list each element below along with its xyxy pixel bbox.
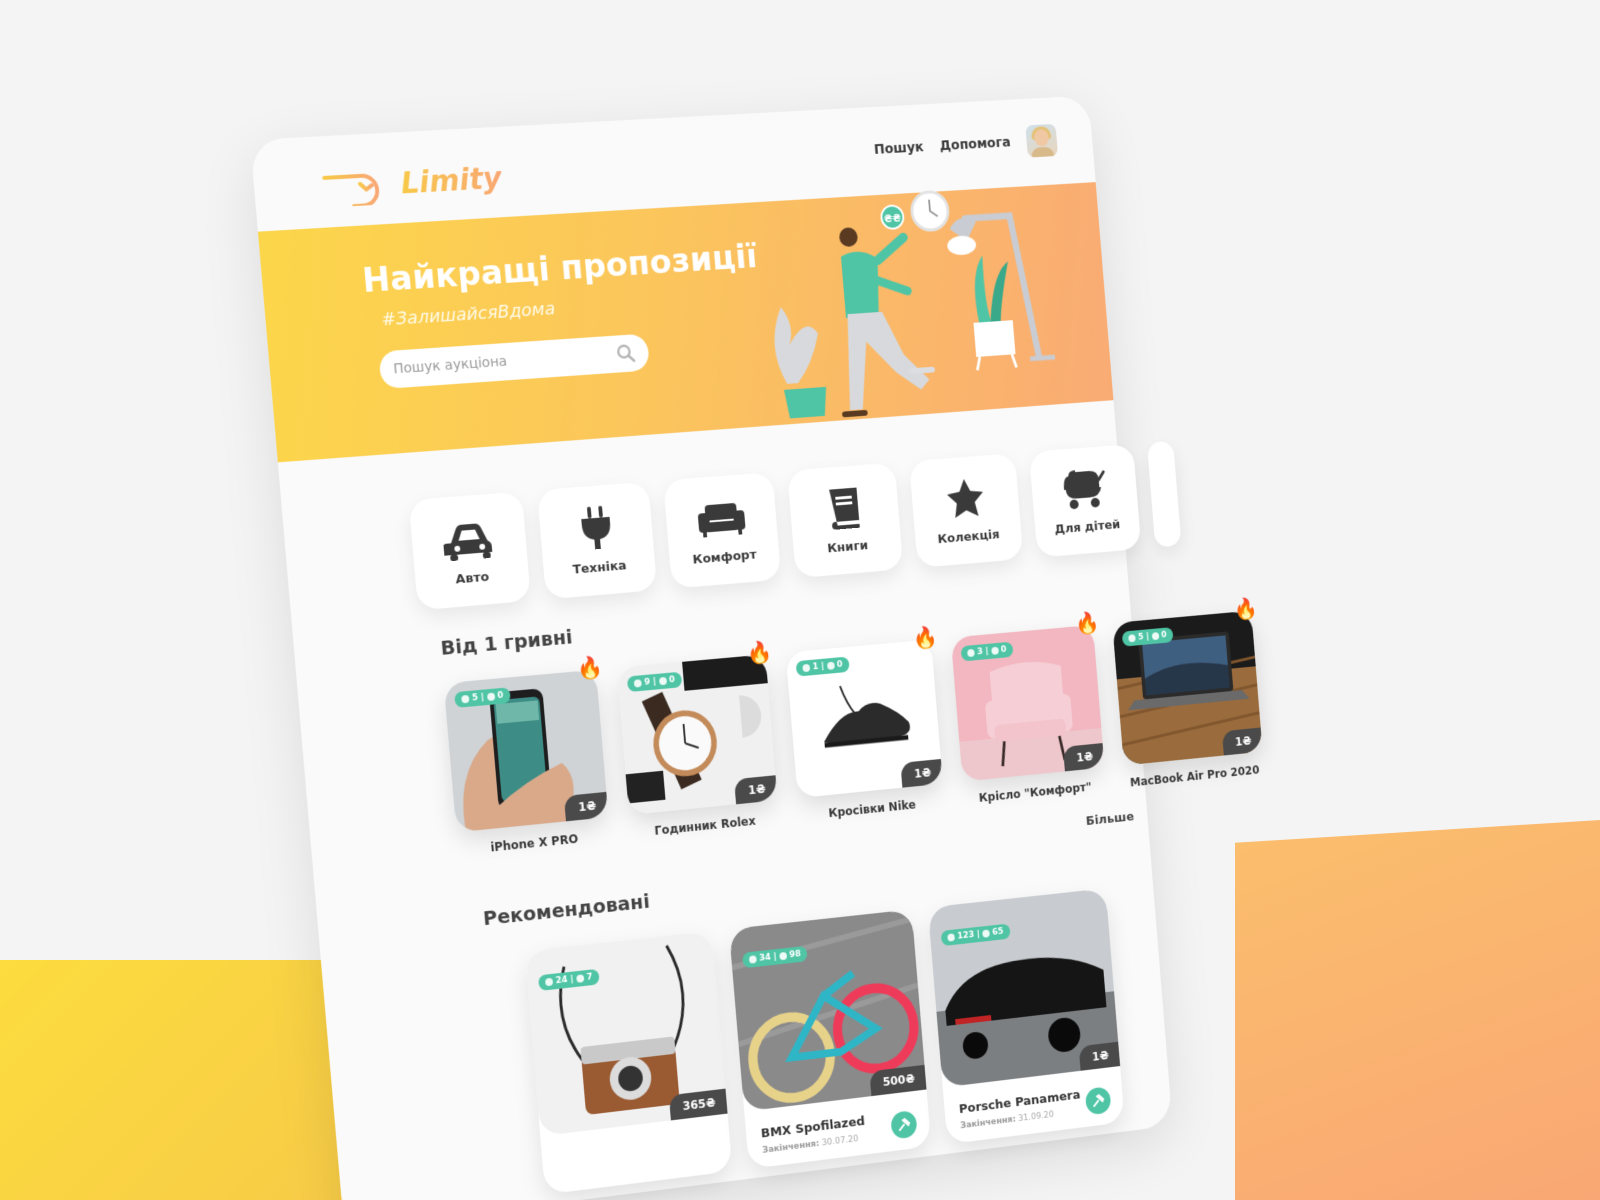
users-icon <box>748 955 757 964</box>
users-icon <box>967 648 975 658</box>
gavel-icon <box>982 929 990 938</box>
search-icon[interactable] <box>616 343 636 364</box>
section-title-recommended: Рекомендовані <box>482 889 651 931</box>
book-icon <box>829 487 860 530</box>
gavel-icon <box>990 646 999 655</box>
category-label: Комфорт <box>692 547 758 568</box>
price-tag: 1₴ <box>1063 743 1105 772</box>
plug-icon <box>581 505 613 550</box>
product-card-sneaker[interactable]: 1 | 0 1₴ <box>785 639 943 799</box>
category-label: Авто <box>455 569 490 587</box>
category-collection[interactable]: Колекція <box>908 453 1024 568</box>
device-stage: Limity Пошук Допомога Найкращі пропозиці… <box>250 95 1263 1200</box>
stroller-icon <box>1062 465 1110 509</box>
recommended-card-camera[interactable]: 24 | 7 365₴ <box>524 930 733 1195</box>
users-icon <box>633 679 642 688</box>
hot-fire-icon: 🔥 <box>746 640 774 667</box>
product-card: 5 | 0 1₴ 🔥 MacBook Air Pro 2020 <box>1112 597 1265 790</box>
category-kids[interactable]: Для дітей <box>1028 443 1142 558</box>
product-name[interactable]: MacBook Air Pro 2020 <box>1125 763 1265 790</box>
page: Limity Пошук Допомога Найкращі пропозиці… <box>250 95 1263 1200</box>
category-more[interactable] <box>1146 440 1182 548</box>
product-card-macbook[interactable]: 5 | 0 1₴ <box>1112 610 1263 766</box>
product-card: 1 | 0 1₴ 🔥 Кросівки Nike <box>785 626 945 823</box>
recommended-card-bike[interactable]: 34 | 98 500₴ BMX Spofilazed Закінчення: … <box>728 909 932 1170</box>
gavel-icon <box>897 1117 911 1132</box>
category-label: Техніка <box>572 558 628 578</box>
users-icon <box>1128 634 1136 643</box>
gavel-icon <box>779 951 788 961</box>
hot-fire-icon: 🔥 <box>912 625 940 652</box>
hero-banner: Найкращі пропозиції #ЗалишайсяВдома Пошу… <box>257 182 1114 463</box>
nav-search-link[interactable]: Пошук <box>873 140 924 158</box>
gavel-icon <box>658 676 667 686</box>
star-icon <box>945 477 985 518</box>
product-card-iphone[interactable]: 5 | 0 1₴ <box>443 669 609 833</box>
logo[interactable]: Limity <box>286 158 503 210</box>
logo-text: Limity <box>399 160 504 201</box>
product-card: 9 | 0 1₴ 🔥 Годинник Rolex <box>616 640 780 841</box>
category-label: Книги <box>826 538 869 556</box>
users-icon <box>544 977 554 987</box>
category-auto[interactable]: Авто <box>408 491 531 611</box>
price-tag: 1₴ <box>1222 727 1263 756</box>
car-icon <box>441 521 493 561</box>
hot-fire-icon: 🔥 <box>1233 596 1259 623</box>
product-name[interactable]: Крісло "Комфорт" <box>964 779 1107 807</box>
hot-fire-icon: 🔥 <box>576 655 605 682</box>
product-card-chair[interactable]: 3 | 0 1₴ <box>950 624 1105 782</box>
recommended-row: 24 | 7 365₴ 34 | 98 500₴ BMX Spofilazed <box>524 888 1125 1195</box>
product-card: 3 | 0 1₴ 🔥 Крісло "Комфорт" <box>950 611 1107 807</box>
gavel-icon <box>1151 632 1159 641</box>
hero-title: Найкращі пропозиції <box>360 237 759 301</box>
category-label: Для дітей <box>1054 517 1121 537</box>
recommended-card-porsche[interactable]: 123 | 65 1₴ Porsche Panamera Закінчення:… <box>927 888 1125 1145</box>
bid-button[interactable] <box>890 1109 918 1140</box>
users-icon <box>802 663 811 673</box>
search-bar <box>378 333 650 390</box>
gavel-icon <box>486 692 495 702</box>
search-input[interactable] <box>392 346 618 378</box>
users-icon <box>461 694 470 704</box>
category-tech[interactable]: Техніка <box>536 481 658 600</box>
gavel-icon <box>576 974 585 983</box>
product-name[interactable]: Годинник Rolex <box>630 812 780 841</box>
hot-fire-icon: 🔥 <box>1074 611 1101 637</box>
sofa-icon <box>697 502 746 538</box>
hero-hashtag: #ЗалишайсяВдома <box>380 298 556 331</box>
hero-coin-label: ₴₴ <box>883 212 901 226</box>
product-name[interactable]: iPhone X PRO <box>457 829 610 858</box>
category-books[interactable]: Книги <box>787 462 904 579</box>
gavel-icon <box>826 661 835 670</box>
hero-illustration: ₴₴ <box>771 173 1115 454</box>
price-tag: 1₴ <box>734 775 778 805</box>
recommended-name: Porsche Panamera <box>958 1087 1081 1117</box>
product-card: 5 | 0 1₴ 🔥 iPhone X PRO <box>443 655 611 858</box>
product-name[interactable]: Кросівки Nike <box>799 795 945 823</box>
avatar[interactable] <box>1025 123 1059 158</box>
section-title-from-one: Від 1 гривні <box>439 624 574 660</box>
category-list: Авто Техніка Комфорт Книги Колекція Для … <box>408 440 1182 611</box>
product-card-watch[interactable]: 9 | 0 1₴ <box>616 654 778 816</box>
category-comfort[interactable]: Комфорт <box>663 471 782 589</box>
users-icon <box>947 933 956 942</box>
category-label: Колекція <box>936 527 1001 547</box>
gavel-icon <box>1091 1094 1104 1109</box>
price-tag: 1₴ <box>564 791 609 822</box>
bid-button[interactable] <box>1084 1086 1112 1116</box>
more-link[interactable]: Більше <box>1085 810 1134 829</box>
nav-help-link[interactable]: Допомога <box>939 135 1011 154</box>
price-tag: 1₴ <box>900 758 943 788</box>
background-orange-block <box>1235 820 1600 1200</box>
logo-speed-icon <box>286 164 395 210</box>
price-tag: 1₴ <box>1078 1041 1121 1071</box>
top-nav: Пошук Допомога <box>873 123 1059 167</box>
